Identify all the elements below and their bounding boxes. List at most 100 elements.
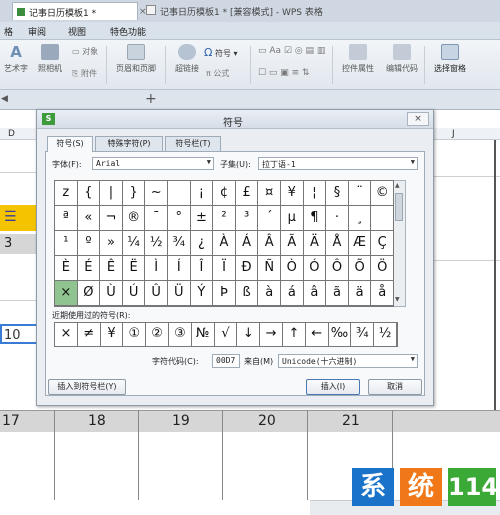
edit-code-button[interactable]: 编辑代码 — [382, 42, 422, 74]
symbol-cell[interactable]: ª — [55, 206, 78, 231]
char-code-input[interactable]: 00D7 — [212, 354, 240, 368]
symbol-cell[interactable]: ¦ — [303, 181, 327, 206]
recent-symbol-cell[interactable]: ③ — [169, 323, 192, 346]
symbol-cell[interactable]: Ã — [281, 231, 304, 256]
recent-symbol-cell[interactable]: ← — [306, 323, 329, 346]
symbol-cell[interactable]: Ü — [168, 281, 191, 306]
cancel-button[interactable]: 取消 — [368, 379, 422, 395]
symbol-cell[interactable]: ~ — [145, 181, 168, 206]
symbol-cell[interactable]: ¡ — [190, 181, 214, 206]
symbol-cell[interactable]: Û — [145, 281, 168, 306]
symbol-button[interactable]: Ω 符号 ▾ — [204, 46, 238, 59]
symbol-cell[interactable]: ß — [235, 281, 259, 306]
symbol-cell[interactable]: Å — [326, 231, 349, 256]
symbol-cell[interactable]: Ê — [100, 256, 123, 281]
symbol-cell[interactable]: Ä — [303, 231, 327, 256]
symbol-cell[interactable]: Ð — [235, 256, 259, 281]
symbol-cell[interactable]: § — [326, 181, 349, 206]
symbol-cell[interactable]: { — [77, 181, 101, 206]
symbol-cell[interactable]: Ë — [122, 256, 146, 281]
column-header-j[interactable]: J — [452, 129, 455, 139]
symbol-cell[interactable]: Ñ — [258, 256, 281, 281]
symbol-cell[interactable]: £ — [235, 181, 259, 206]
symbol-cell[interactable]: Ç — [371, 231, 394, 256]
symbol-cell-selected[interactable]: × — [55, 281, 78, 306]
insert-button[interactable]: 插入(I) — [306, 379, 360, 395]
tab-scroll-left-icon[interactable]: ◀ — [1, 94, 8, 104]
day-cell[interactable]: 19 — [172, 413, 190, 429]
symbol-cell[interactable]: Î — [190, 256, 214, 281]
symbol-grid-scrollbar[interactable]: ▲ ▼ — [394, 180, 406, 307]
symbol-cell[interactable]: } — [122, 181, 146, 206]
symbol-cell[interactable]: å — [371, 281, 394, 306]
symbol-cell[interactable]: z — [55, 181, 78, 206]
symbol-cell[interactable]: ¨ — [348, 181, 372, 206]
scrollbar-thumb[interactable] — [395, 193, 403, 221]
controls-row-1[interactable]: ▭ Aa ☑ ◎ ▤ ▥ — [258, 46, 325, 56]
object-button[interactable]: ▭ 对象 — [72, 46, 98, 57]
camera-button[interactable]: 照相机 — [34, 42, 66, 74]
close-icon[interactable]: × — [407, 112, 429, 126]
recent-symbol-cell[interactable]: ↓ — [237, 323, 261, 346]
header-footer-button[interactable]: 页眉和页脚 — [112, 42, 160, 74]
symbol-cell[interactable]: Æ — [348, 231, 372, 256]
scroll-down-icon[interactable]: ▼ — [395, 296, 400, 303]
symbol-cell[interactable]: © — [371, 181, 394, 206]
recent-symbol-cell[interactable]: → — [260, 323, 283, 346]
symbol-cell[interactable]: Ö — [371, 256, 394, 281]
encoding-select[interactable]: Unicode(十六进制) ▼ — [278, 354, 418, 368]
day-cell[interactable]: 3 — [0, 234, 38, 254]
recent-symbol-cell[interactable]: ‰ — [329, 323, 352, 346]
recent-symbol-cell[interactable]: √ — [215, 323, 238, 346]
insert-to-symbol-bar-button[interactable]: 插入到符号栏(Y) — [48, 379, 126, 395]
tab-symbols[interactable]: 符号(S) — [47, 136, 93, 152]
symbol-cell[interactable]: ¶ — [303, 206, 327, 231]
symbol-cell[interactable]: ¾ — [168, 231, 191, 256]
new-tab-button[interactable]: + — [145, 91, 157, 107]
menu-item-view[interactable]: 视图 — [68, 25, 86, 38]
menu-item-review[interactable]: 审阅 — [28, 25, 46, 38]
recent-symbol-cell[interactable]: ≠ — [78, 323, 101, 346]
wordart-button[interactable]: A 艺术字 — [2, 42, 30, 74]
symbol-cell[interactable]: ¼ — [122, 231, 146, 256]
hyperlink-button[interactable]: 超链接 — [172, 42, 202, 74]
symbol-cell[interactable]: » — [100, 231, 123, 256]
tab-document[interactable]: 记事日历模板1 * × — [12, 2, 147, 20]
font-select[interactable]: Arial ▼ — [92, 157, 214, 170]
symbol-cell[interactable]: ® — [122, 206, 146, 231]
recent-symbol-cell[interactable]: ↑ — [283, 323, 306, 346]
symbol-cell[interactable]: Ý — [190, 281, 214, 306]
symbol-cell[interactable]: ³ — [235, 206, 259, 231]
control-properties-button[interactable]: 控件属性 — [338, 42, 378, 74]
symbol-cell[interactable]: ° — [168, 206, 191, 231]
recent-symbol-cell[interactable]: ¥ — [101, 323, 124, 346]
day-cell[interactable]: 20 — [258, 413, 276, 429]
symbol-cell[interactable]: Þ — [213, 281, 236, 306]
symbol-cell[interactable]: Ï — [213, 256, 236, 281]
day-cell[interactable]: 18 — [88, 413, 106, 429]
scroll-up-icon[interactable]: ▲ — [395, 182, 400, 189]
subset-select[interactable]: 拉丁语-1 ▼ — [258, 157, 418, 170]
symbol-cell[interactable]: ² — [213, 206, 236, 231]
selection-pane-button[interactable]: 选择窗格 — [428, 42, 472, 74]
day-cell[interactable]: 21 — [342, 413, 360, 429]
symbol-cell[interactable]: È — [55, 256, 78, 281]
symbol-cell[interactable]: ¸ — [348, 206, 372, 231]
menu-item[interactable]: 格 — [4, 25, 13, 38]
symbol-cell[interactable]: Ò — [281, 256, 304, 281]
symbol-cell[interactable]: ¢ — [213, 181, 236, 206]
symbol-cell[interactable]: Ú — [122, 281, 146, 306]
symbol-cell[interactable]: · — [326, 206, 349, 231]
symbol-cell[interactable]: ´ — [258, 206, 281, 231]
symbol-cell[interactable]: ã — [326, 281, 349, 306]
close-icon[interactable]: × — [139, 7, 147, 17]
symbol-cell[interactable]: À — [213, 231, 236, 256]
symbol-cell[interactable]: ½ — [145, 231, 168, 256]
symbol-cell[interactable]: â — [303, 281, 327, 306]
recent-symbol-cell[interactable]: № — [192, 323, 215, 346]
tab-symbol-bar[interactable]: 符号栏(T) — [165, 136, 221, 151]
symbol-cell[interactable]: Â — [258, 231, 281, 256]
active-cell[interactable]: 10 — [0, 324, 38, 344]
symbol-cell[interactable]: ¬ — [100, 206, 123, 231]
symbol-cell[interactable] — [371, 206, 394, 231]
